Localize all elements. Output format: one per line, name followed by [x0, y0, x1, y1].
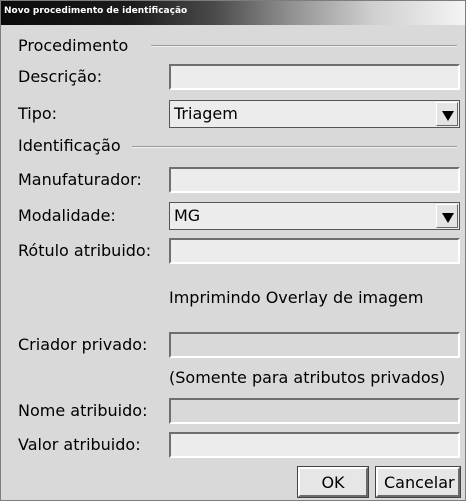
- assigned-value-label: Valor atribuido:: [18, 435, 141, 454]
- private-creator-field[interactable]: [169, 332, 460, 358]
- chevron-down-icon: [442, 111, 454, 121]
- assigned-name-label: Nome atribuido:: [18, 401, 148, 420]
- section-procedure-heading: Procedimento: [18, 36, 129, 55]
- chevron-down-icon: [442, 213, 454, 223]
- assigned-value-field[interactable]: [169, 432, 460, 458]
- ok-button[interactable]: OK: [297, 466, 369, 498]
- modality-label: Modalidade:: [18, 206, 116, 225]
- assigned-label-field[interactable]: [169, 238, 460, 264]
- description-field[interactable]: [169, 64, 460, 90]
- private-creator-label: Criador privado:: [18, 335, 148, 354]
- window-title: Novo procedimento de identificação: [4, 6, 188, 16]
- overlay-caption: Imprimindo Overlay de imagem: [169, 288, 424, 307]
- manufacturer-label: Manufaturador:: [18, 170, 142, 189]
- description-label: Descrição:: [18, 67, 103, 86]
- private-attributes-note: (Somente para atributos privados): [169, 368, 446, 387]
- title-bar[interactable]: Novo procedimento de identificação: [1, 1, 465, 25]
- type-select[interactable]: Triagem: [169, 100, 460, 128]
- assigned-label-label: Rótulo atribuido:: [18, 241, 152, 260]
- section-identification-heading: Identificação: [18, 136, 121, 155]
- modality-dropdown-button[interactable]: [436, 204, 458, 228]
- type-selected-value: Triagem: [174, 104, 238, 123]
- type-dropdown-button[interactable]: [436, 102, 458, 126]
- assigned-name-field[interactable]: [169, 398, 460, 424]
- cancel-button[interactable]: Cancelar: [375, 466, 461, 498]
- section-identification-divider: [132, 146, 457, 148]
- type-label: Tipo:: [18, 104, 58, 123]
- manufacturer-field[interactable]: [169, 167, 460, 193]
- modality-select[interactable]: MG: [169, 202, 460, 230]
- identification-procedure-dialog: Novo procedimento de identificação Proce…: [0, 0, 466, 501]
- modality-selected-value: MG: [174, 206, 201, 225]
- section-procedure-divider: [151, 45, 457, 47]
